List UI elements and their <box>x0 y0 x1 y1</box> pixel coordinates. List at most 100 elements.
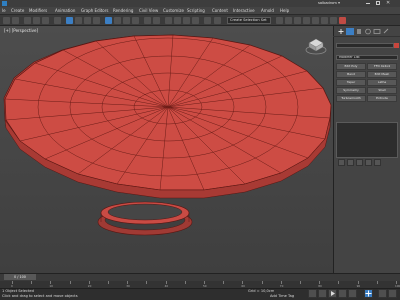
align-icon[interactable] <box>276 17 283 24</box>
go-to-end-icon[interactable] <box>348 289 357 298</box>
move-icon[interactable] <box>105 17 112 24</box>
view-coordinate-icon[interactable] <box>144 17 151 24</box>
prompt-line: Click and drag to select and move object… <box>2 294 78 298</box>
rectangular-selection-icon[interactable] <box>84 17 91 24</box>
go-to-start-icon[interactable] <box>308 289 317 298</box>
menu-content[interactable]: Content <box>212 7 228 15</box>
layer-explorer-icon[interactable] <box>285 17 292 24</box>
pan-view-icon[interactable] <box>364 289 373 298</box>
selection-status: 1 Object Selected <box>2 289 34 293</box>
schematic-view-icon[interactable] <box>303 17 310 24</box>
track-tick <box>300 281 301 284</box>
bind-spacewarp-icon[interactable] <box>42 17 49 24</box>
selection-set-dropdown[interactable]: Create Selection Set <box>227 17 271 24</box>
menu-le[interactable]: le <box>2 7 6 15</box>
menu-rendering[interactable]: Rendering <box>113 7 133 15</box>
pin-stack-icon[interactable] <box>338 159 345 166</box>
viewport-label[interactable]: [+] [Perspective] <box>4 28 38 33</box>
material-editor-icon[interactable] <box>312 17 319 24</box>
scale-icon[interactable] <box>123 17 130 24</box>
panel-divider <box>333 36 400 37</box>
menu-civil-view[interactable]: Civil View <box>139 7 158 15</box>
redo-icon[interactable] <box>12 17 19 24</box>
modifier-button-bend[interactable]: Bend <box>336 71 366 78</box>
track-tick <box>223 281 225 284</box>
window-crossing-icon[interactable] <box>93 17 100 24</box>
mirror-icon[interactable] <box>214 17 221 24</box>
edit-named-selection-icon[interactable] <box>204 17 211 24</box>
show-end-result-icon[interactable] <box>347 159 354 166</box>
menu-interactive[interactable]: Interactive <box>233 7 255 15</box>
menu-graph-editors[interactable]: Graph Editors <box>81 7 108 15</box>
object-color-swatch[interactable] <box>394 43 399 48</box>
spinner-snap-icon[interactable] <box>192 17 199 24</box>
angle-snap-icon[interactable] <box>174 17 181 24</box>
pivot-center-icon[interactable] <box>153 17 160 24</box>
time-slider-thumb[interactable]: 0 / 100 <box>4 274 36 280</box>
main-toolbar: Create Selection Set <box>0 15 400 26</box>
track-tick <box>31 281 33 284</box>
previous-frame-icon[interactable] <box>318 289 327 298</box>
object-name-field[interactable] <box>336 43 394 48</box>
modifier-button-shell[interactable]: Shell <box>367 87 397 94</box>
rendered-frame-icon[interactable] <box>330 17 337 24</box>
make-unique-icon[interactable] <box>356 159 363 166</box>
modifier-button-ffd-4x4x4[interactable]: FFD 4x4x4 <box>367 63 397 70</box>
modifier-button-extrude[interactable]: Extrude <box>367 95 397 102</box>
modifier-button-taper[interactable]: Taper <box>336 79 366 86</box>
minimize-icon[interactable] <box>366 3 370 4</box>
play-icon[interactable] <box>328 289 337 298</box>
modifier-button-symmetry[interactable]: Symmetry <box>336 87 366 94</box>
next-frame-icon[interactable] <box>338 289 347 298</box>
close-icon[interactable]: ✕ <box>386 0 390 6</box>
motion-tab-icon[interactable] <box>364 28 372 35</box>
display-tab-icon[interactable] <box>373 28 381 35</box>
render-setup-icon[interactable] <box>321 17 328 24</box>
configure-modifier-sets-icon[interactable] <box>374 159 381 166</box>
perspective-viewport[interactable] <box>0 26 333 273</box>
selection-filter-icon[interactable] <box>54 17 61 24</box>
app-logo-icon <box>2 1 7 6</box>
maximize-viewport-icon[interactable] <box>388 289 397 298</box>
rotate-icon[interactable] <box>114 17 121 24</box>
orbit-icon[interactable] <box>378 289 387 298</box>
modifier-button-edit-mesh[interactable]: Edit Mesh <box>367 71 397 78</box>
modifier-button-turbosmooth[interactable]: Turbosmooth <box>336 95 366 102</box>
utilities-tab-icon[interactable] <box>382 28 390 35</box>
hierarchy-tab-icon[interactable] <box>355 28 363 35</box>
link-icon[interactable] <box>24 17 31 24</box>
menu-help[interactable]: Help <box>280 7 289 15</box>
menu-arnold[interactable]: Arnold <box>261 7 274 15</box>
modifier-stack[interactable] <box>336 122 398 158</box>
curve-editor-icon[interactable] <box>294 17 301 24</box>
time-slider[interactable] <box>0 273 400 281</box>
menu-scripting[interactable]: Scripting <box>187 7 205 15</box>
menu-customize[interactable]: Customize <box>163 7 184 15</box>
maximize-icon[interactable] <box>376 1 380 5</box>
viewcube-icon[interactable] <box>305 36 327 56</box>
track-bar[interactable] <box>0 281 400 288</box>
snap-toggle-icon[interactable] <box>165 17 172 24</box>
undo-icon[interactable] <box>3 17 10 24</box>
modify-tab-icon[interactable] <box>346 28 354 35</box>
remove-modifier-icon[interactable] <box>365 159 372 166</box>
modifier-list-dropdown[interactable]: Modifier List <box>336 55 398 60</box>
grid-size-readout: Grid = 10,0cm <box>248 289 275 293</box>
menu-animation[interactable]: Animation <box>55 7 75 15</box>
menu-modifiers[interactable]: Modifiers <box>29 7 47 15</box>
table-base-ring[interactable] <box>97 201 193 236</box>
select-by-name-icon[interactable] <box>75 17 82 24</box>
placement-icon[interactable] <box>132 17 139 24</box>
menu-create[interactable]: Create <box>11 7 24 15</box>
percent-snap-icon[interactable] <box>183 17 190 24</box>
create-tab-icon[interactable] <box>337 28 345 35</box>
modifier-button-lathe[interactable]: Lathe <box>367 79 397 86</box>
signin-label[interactable]: salbadrom ▾ <box>318 1 360 6</box>
track-tick <box>261 281 263 284</box>
render-icon[interactable] <box>339 17 346 24</box>
select-object-icon[interactable] <box>66 17 73 24</box>
add-time-tag-button[interactable]: Add Time Tag <box>270 294 294 298</box>
track-tick <box>108 281 109 284</box>
modifier-button-edit-poly[interactable]: Edit Poly <box>336 63 366 70</box>
unlink-icon[interactable] <box>33 17 40 24</box>
